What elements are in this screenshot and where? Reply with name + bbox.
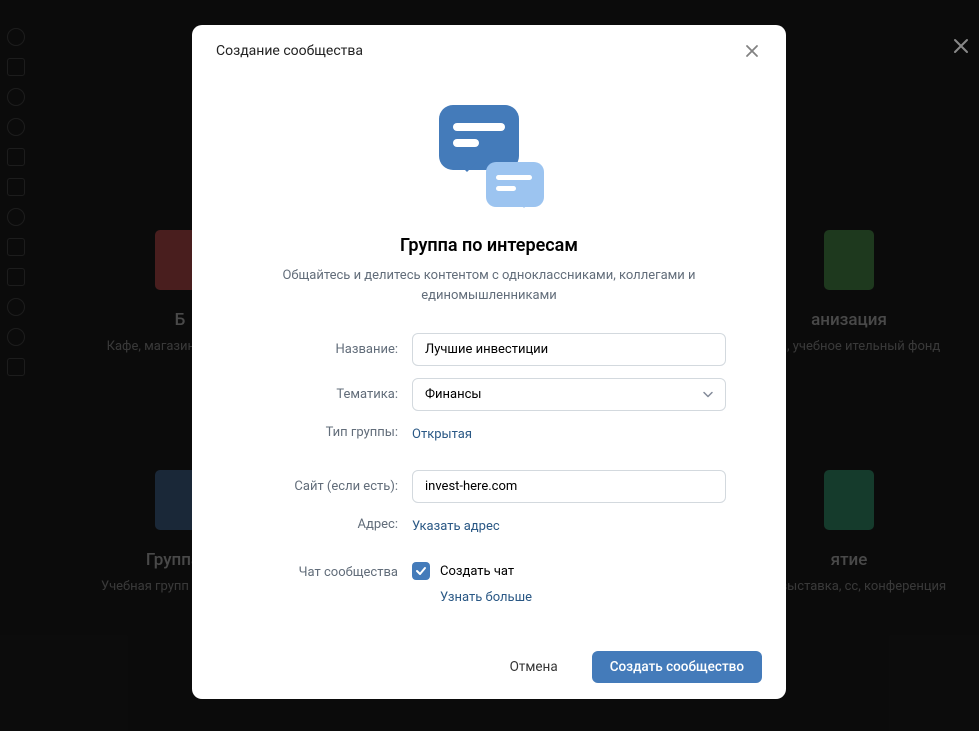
close-icon bbox=[744, 43, 760, 59]
modal-header: Создание сообщества bbox=[192, 25, 786, 75]
form-row-type: Тип группы: Открытая bbox=[252, 423, 726, 442]
cancel-button[interactable]: Отмена bbox=[492, 651, 576, 683]
chat-bubble-icon bbox=[439, 105, 519, 170]
close-button[interactable] bbox=[742, 41, 762, 61]
hero-illustration bbox=[429, 105, 549, 215]
outer-close-icon[interactable] bbox=[951, 34, 971, 62]
create-community-button[interactable]: Создать сообщество bbox=[592, 651, 762, 683]
form-row-topic: Тематика: bbox=[252, 378, 726, 411]
checkmark-icon bbox=[415, 565, 427, 577]
community-form: Название: Тематика: Тип группы: Открытая bbox=[252, 333, 726, 605]
modal-title: Создание сообщества bbox=[216, 43, 363, 59]
type-label: Тип группы: bbox=[252, 425, 412, 440]
modal-body: Группа по интересам Общайтесь и делитесь… bbox=[192, 75, 786, 635]
form-row-chat: Чат сообщества Создать чат bbox=[252, 562, 726, 580]
form-row-name: Название: bbox=[252, 333, 726, 366]
form-row-site: Сайт (если есть): bbox=[252, 470, 726, 503]
name-label: Название: bbox=[252, 342, 412, 357]
address-label: Адрес: bbox=[252, 517, 412, 532]
create-chat-checkbox[interactable] bbox=[412, 562, 430, 580]
name-input[interactable] bbox=[412, 333, 726, 366]
modal-footer: Отмена Создать сообщество bbox=[192, 635, 786, 699]
hero-title: Группа по интересам bbox=[252, 235, 726, 256]
create-chat-label: Создать чат bbox=[440, 564, 514, 579]
site-label: Сайт (если есть): bbox=[252, 479, 412, 494]
group-type-link[interactable]: Открытая bbox=[412, 427, 472, 442]
chat-label: Чат сообщества bbox=[252, 562, 412, 580]
set-address-link[interactable]: Указать адрес bbox=[412, 519, 500, 534]
form-row-address: Адрес: Указать адрес bbox=[252, 515, 726, 534]
hero-description: Общайтесь и делитесь контентом с однокла… bbox=[252, 266, 726, 305]
site-input[interactable] bbox=[412, 470, 726, 503]
topic-select[interactable] bbox=[412, 378, 726, 411]
learn-more-link[interactable]: Узнать больше bbox=[440, 590, 532, 605]
topic-label: Тематика: bbox=[252, 387, 412, 402]
chat-bubble-icon bbox=[486, 162, 544, 207]
create-community-modal: Создание сообщества Группа по интересам … bbox=[192, 25, 786, 699]
